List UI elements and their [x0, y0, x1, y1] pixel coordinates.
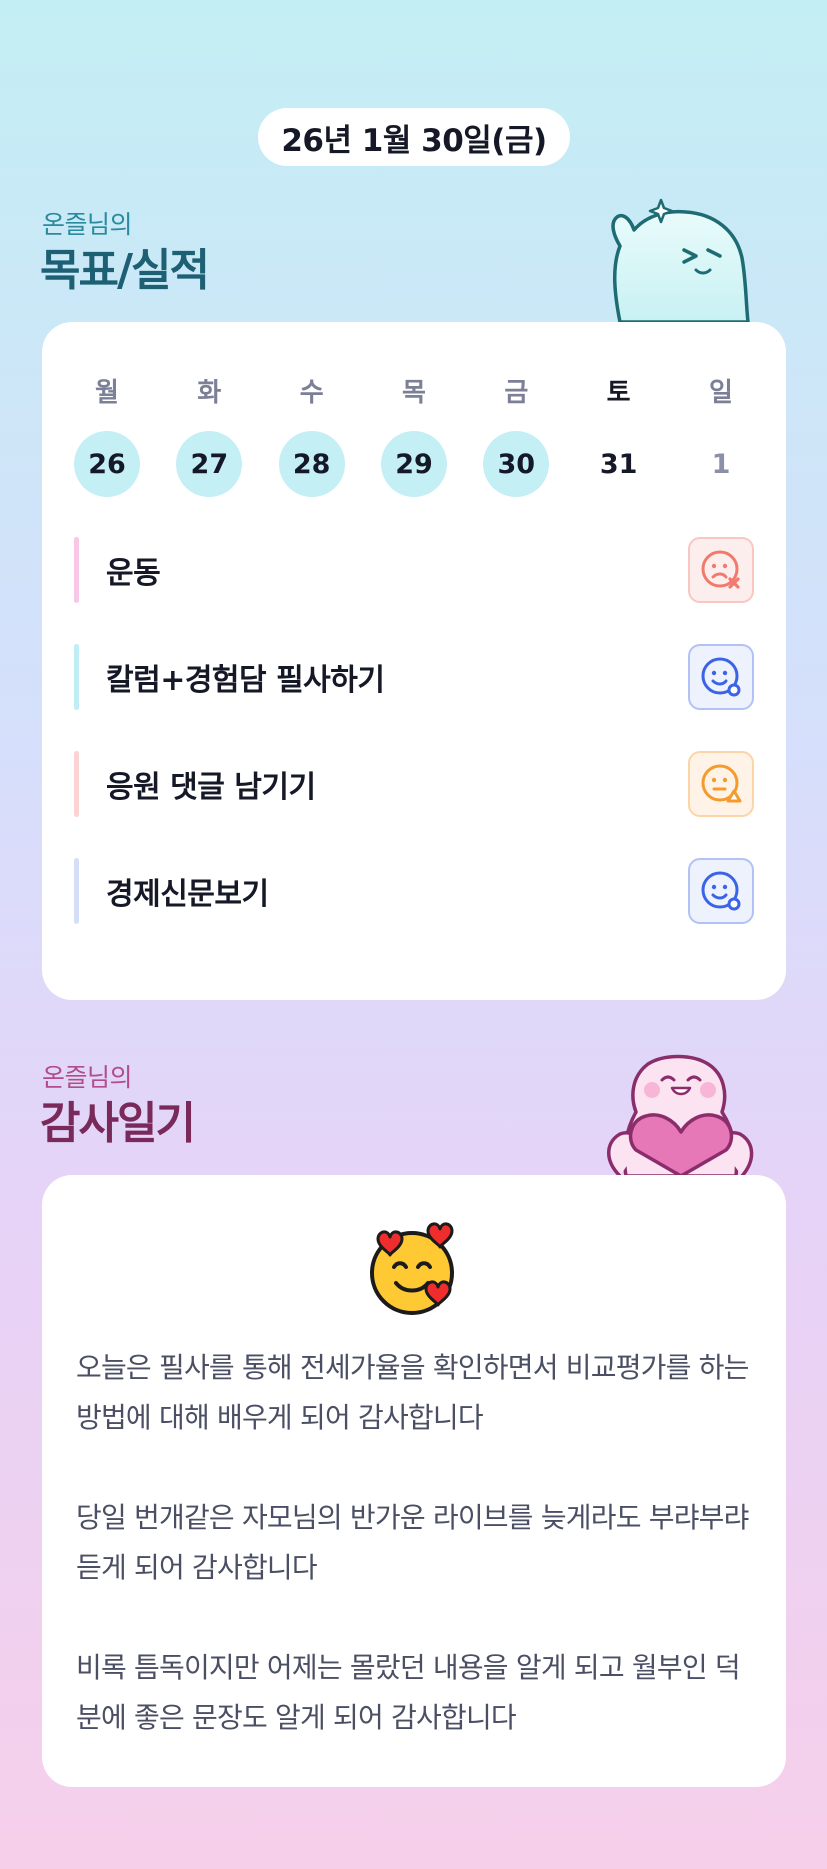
- task-color-bar: [74, 537, 79, 603]
- day-28[interactable]: 28: [278, 431, 345, 497]
- task-item[interactable]: 경제신문보기: [74, 858, 754, 924]
- weekday-mon: 월: [95, 378, 119, 408]
- weekday-fri: 금: [504, 378, 529, 408]
- task-label: 경제신문보기: [106, 877, 269, 912]
- goals-card: 월 화 수 목 금 토 일 26 27 28 29 30 31 1 운동 칼럼+…: [42, 322, 786, 1000]
- task-item[interactable]: 응원 댓글 남기기: [74, 751, 754, 817]
- smile-circle-face-icon[interactable]: [688, 858, 754, 924]
- task-color-bar: [74, 644, 79, 710]
- mascot-waving-icon: [611, 198, 750, 322]
- gratitude-entry: 오늘은 필사를 통해 전세가율을 확인하면서 비교평가를 하는 방법에 대해 배…: [76, 1351, 749, 1434]
- gratitude-entry: 비록 틈독이지만 어제는 몰랐던 내용을 알게 되고 월부인 덕분에 좋은 문장…: [76, 1651, 741, 1734]
- task-color-bar: [74, 751, 79, 817]
- date-pill[interactable]: 26년 1월 30일(금): [258, 108, 570, 166]
- task-item[interactable]: 칼럼+경험담 필사하기: [74, 644, 754, 710]
- smiling-face-with-hearts-icon: [364, 1219, 464, 1319]
- weekday-wed: 수: [299, 378, 324, 408]
- meh-triangle-face-icon[interactable]: [688, 751, 754, 817]
- day-29[interactable]: 29: [380, 431, 447, 497]
- weekday-sun: 일: [709, 378, 733, 408]
- gratitude-card: 오늘은 필사를 통해 전세가율을 확인하면서 비교평가를 하는 방법에 대해 배…: [42, 1175, 786, 1787]
- mascot-heart-icon: [607, 1054, 754, 1176]
- weekday-sat: 토: [606, 378, 631, 408]
- task-label: 칼럼+경험담 필사하기: [106, 663, 385, 698]
- thanks-title: 감사일기: [40, 1098, 196, 1149]
- day-1[interactable]: 1: [688, 431, 754, 497]
- gratitude-entry: 당일 번개같은 자모님의 반가운 라이브를 늦게라도 부랴부랴 듣게 되어 감사…: [76, 1501, 749, 1584]
- weekday-tue: 화: [197, 378, 222, 408]
- day-26[interactable]: 26: [74, 431, 140, 497]
- gratitude-entries: 오늘은 필사를 통해 전세가율을 확인하면서 비교평가를 하는 방법에 대해 배…: [76, 1343, 756, 1793]
- task-color-bar: [74, 858, 79, 924]
- week-calendar: 월 화 수 목 금 토 일 26 27 28 29 30 31 1: [74, 372, 754, 497]
- task-label: 응원 댓글 남기기: [106, 770, 316, 805]
- day-30[interactable]: 30: [483, 431, 550, 497]
- sad-x-face-icon[interactable]: [688, 537, 754, 603]
- day-27[interactable]: 27: [176, 431, 243, 497]
- weekday-thu: 목: [402, 378, 426, 408]
- day-31[interactable]: 31: [586, 431, 652, 497]
- goals-title: 목표/실적: [40, 245, 210, 296]
- task-list: 운동 칼럼+경험담 필사하기 응원 댓글 남기기 경제신문보기: [74, 537, 754, 965]
- task-label: 운동: [106, 556, 161, 591]
- smile-circle-face-icon[interactable]: [688, 644, 754, 710]
- task-item[interactable]: 운동: [74, 537, 754, 603]
